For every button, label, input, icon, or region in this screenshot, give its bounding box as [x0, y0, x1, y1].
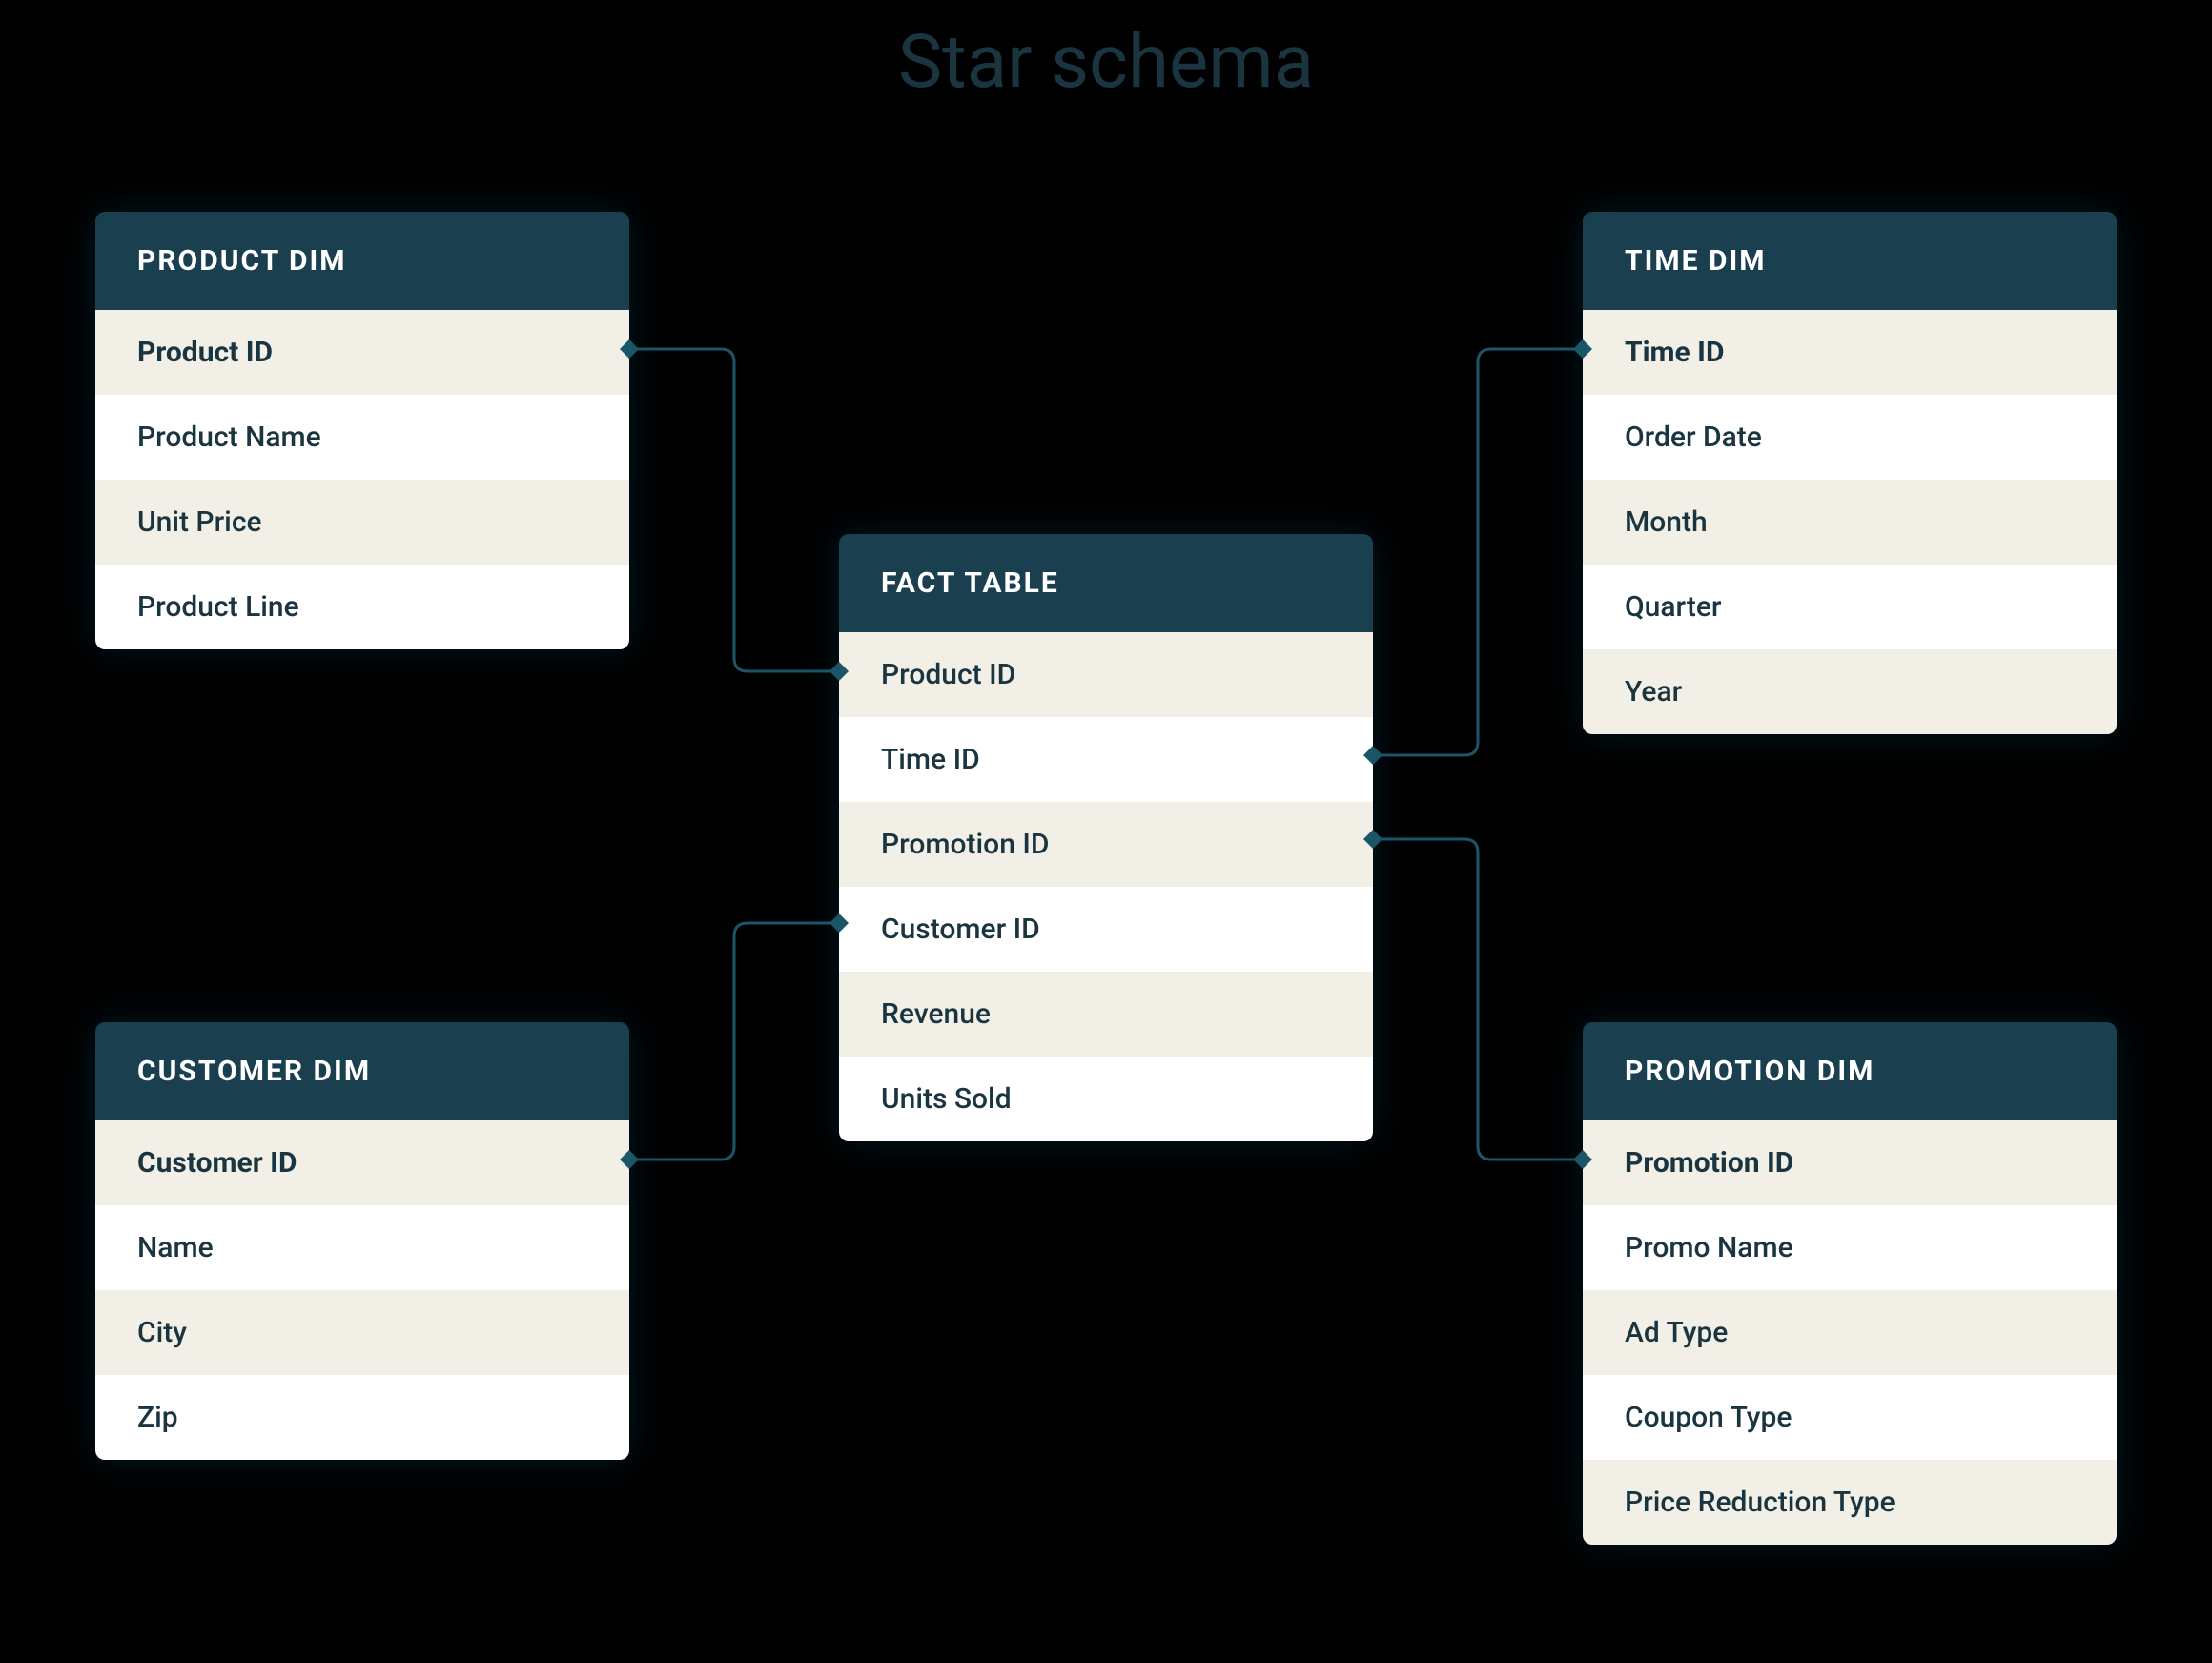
product-row-2: Unit Price: [95, 480, 629, 565]
customer-row-1: Name: [95, 1205, 629, 1290]
product-header: PRODUCT DIM: [95, 212, 629, 310]
fact-table: FACT TABLEProduct IDTime IDPromotion IDC…: [839, 534, 1373, 1141]
connector: [629, 349, 839, 671]
fact-row-3: Customer ID: [839, 887, 1373, 972]
fact-row-4: Revenue: [839, 972, 1373, 1057]
customer-row-0: Customer ID: [95, 1120, 629, 1205]
connector: [1373, 349, 1583, 755]
diagram-title: Star schema: [0, 19, 2212, 106]
customer-header: CUSTOMER DIM: [95, 1022, 629, 1120]
customer-row-3: Zip: [95, 1375, 629, 1460]
product-row-0: Product ID: [95, 310, 629, 395]
time-row-2: Month: [1583, 480, 2117, 565]
customer-row-2: City: [95, 1290, 629, 1375]
promotion-header: PROMOTION DIM: [1583, 1022, 2117, 1120]
time-row-1: Order Date: [1583, 395, 2117, 480]
fact-row-0: Product ID: [839, 632, 1373, 717]
connector: [1373, 839, 1583, 1160]
time-table: TIME DIMTime IDOrder DateMonthQuarterYea…: [1583, 212, 2117, 734]
fact-header: FACT TABLE: [839, 534, 1373, 632]
promotion-table: PROMOTION DIMPromotion IDPromo NameAd Ty…: [1583, 1022, 2117, 1545]
product-row-1: Product Name: [95, 395, 629, 480]
promotion-row-3: Coupon Type: [1583, 1375, 2117, 1460]
fact-row-2: Promotion ID: [839, 802, 1373, 887]
promotion-row-4: Price Reduction Type: [1583, 1460, 2117, 1545]
time-header: TIME DIM: [1583, 212, 2117, 310]
fact-row-1: Time ID: [839, 717, 1373, 802]
time-row-0: Time ID: [1583, 310, 2117, 395]
customer-table: CUSTOMER DIMCustomer IDNameCityZip: [95, 1022, 629, 1460]
promotion-row-2: Ad Type: [1583, 1290, 2117, 1375]
promotion-row-1: Promo Name: [1583, 1205, 2117, 1290]
product-table: PRODUCT DIMProduct IDProduct NameUnit Pr…: [95, 212, 629, 649]
time-row-3: Quarter: [1583, 565, 2117, 649]
product-row-3: Product Line: [95, 565, 629, 649]
promotion-row-0: Promotion ID: [1583, 1120, 2117, 1205]
time-row-4: Year: [1583, 649, 2117, 734]
connector: [629, 923, 839, 1160]
fact-row-5: Units Sold: [839, 1057, 1373, 1141]
